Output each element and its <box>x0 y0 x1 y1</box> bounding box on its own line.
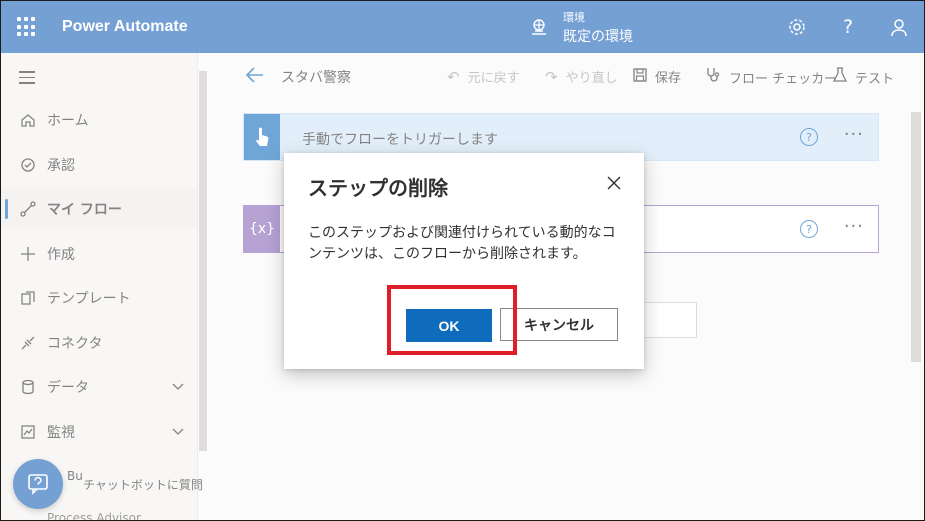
dialog-message: このステップおよび関連付けられている動的なコンテンツは、このフローから削除されま… <box>308 225 616 262</box>
red-highlight-box <box>387 285 517 355</box>
dialog-title: ステップの削除 <box>308 176 448 200</box>
window-frame: Power Automate 環境 既定の環境 ? ホーム 承認 マイ フロー … <box>0 0 925 521</box>
cancel-button[interactable]: キャンセル <box>500 308 618 341</box>
close-icon[interactable] <box>606 175 622 191</box>
